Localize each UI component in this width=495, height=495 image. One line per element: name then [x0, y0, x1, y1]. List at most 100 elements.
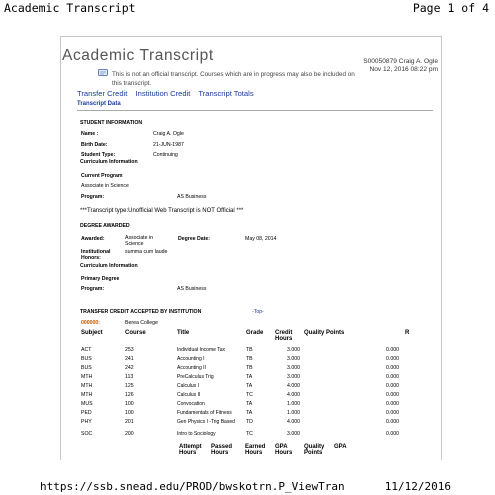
col-subject: Subject: [81, 330, 103, 336]
cell-course: 242: [125, 365, 134, 371]
cell-credit: 4.000: [287, 392, 300, 398]
cell-subject: BUS: [81, 365, 92, 371]
transcript-data-label: Transcript Data: [77, 101, 121, 107]
cell-qp: 0.000: [386, 401, 399, 407]
program-label: Program:: [81, 194, 105, 200]
print-page-title: Academic Transcript: [4, 1, 136, 15]
cell-title: Individual Income Tax: [177, 347, 225, 353]
cell-course: 241: [125, 356, 134, 362]
cell-grade: TA: [246, 374, 253, 380]
institution-code: 000000:: [81, 320, 101, 326]
name-label: Name :: [81, 131, 99, 137]
col-title: Title: [177, 330, 190, 336]
cell-title: Calculus I: [177, 383, 199, 389]
cell-course: 113: [125, 374, 134, 380]
cell-credit: 1.000: [287, 401, 300, 407]
col-grade: Grade: [246, 330, 264, 336]
cell-credit: 4.000: [287, 383, 300, 389]
cell-course: 200: [125, 431, 134, 437]
cell-title: Calculus II: [177, 392, 201, 398]
student-name: Craig A. Ogle: [153, 131, 184, 137]
institution-name: Berea College: [125, 320, 158, 326]
top-link[interactable]: -Top-: [252, 309, 264, 315]
cell-course: 100: [125, 410, 134, 416]
cell-course: 125: [125, 383, 134, 389]
cell-title: Accounting II: [177, 365, 206, 371]
cell-qp: 0.000: [386, 356, 399, 362]
page-title: Academic Transcript: [62, 47, 214, 64]
transfer-heading: TRANSFER CREDIT ACCEPTED BY INSTITUTION: [80, 309, 202, 315]
cell-credit: 3.000: [287, 365, 300, 371]
cell-grade: TD: [246, 419, 253, 425]
birth-date-label: Birth Date:: [81, 142, 108, 148]
cell-subject: MTH: [81, 374, 93, 380]
cell-credit: 4.000: [287, 419, 300, 425]
cell-grade: TC: [246, 392, 253, 398]
cell-title: Fundamentals of Fitness: [177, 410, 232, 416]
cell-course: 201: [125, 419, 134, 425]
totals-gpa-hours: GPA Hours: [275, 444, 293, 456]
curriculum-heading: Curriculum Information: [80, 159, 138, 165]
cell-grade: TA: [246, 410, 253, 416]
cell-qp: 0.000: [386, 419, 399, 425]
nav-link-transfer-credit[interactable]: Transfer Credit: [77, 89, 127, 98]
totals-passed-hours: Passed Hours: [211, 444, 233, 456]
cell-qp: 0.000: [386, 410, 399, 416]
print-url[interactable]: https://ssb.snead.edu/PROD/bwskotrn.P_Vi…: [40, 480, 345, 493]
cell-subject: MTH: [81, 383, 93, 389]
cell-qp: 0.000: [386, 374, 399, 380]
student-type-label: Student Type:: [81, 152, 116, 158]
cell-credit: 3.000: [287, 347, 300, 353]
cell-qp: 0.000: [386, 347, 399, 353]
cell-grade: TB: [246, 365, 253, 371]
nav-link-institution-credit[interactable]: Institution Credit: [135, 89, 190, 98]
student-id-name: S00050879 Craig A. Ogle: [363, 58, 438, 65]
degree-program: AS Business: [177, 286, 207, 292]
cell-subject: PED: [81, 410, 92, 416]
unofficial-notice: This is not an official transcript. Cour…: [112, 71, 355, 87]
cell-credit: 3.000: [287, 374, 300, 380]
cell-credit: 3.000: [287, 356, 300, 362]
current-program: Associate in Science: [81, 183, 129, 189]
cell-course: 126: [125, 392, 134, 398]
awarded-label: Awarded:: [81, 236, 105, 242]
nav-link-transcript-totals[interactable]: Transcript Totals: [198, 89, 253, 98]
cell-title: Accounting I: [177, 356, 205, 362]
cell-subject: PHY: [81, 419, 92, 425]
program: AS Business: [177, 194, 207, 200]
cell-title: Intro to Sociology: [177, 431, 216, 437]
cell-credit: 3.000: [287, 431, 300, 437]
transcript-type-note: ***Transcript type:Unofficial Web Transc…: [80, 208, 244, 214]
col-r: R: [405, 330, 410, 336]
honors: summa cum laude: [125, 249, 168, 255]
divider: [77, 110, 433, 111]
col-credit-hours: Credit Hours: [275, 330, 293, 342]
cell-subject: BUS: [81, 356, 92, 362]
cell-grade: TB: [246, 356, 253, 362]
cell-title: Convocation: [177, 401, 205, 407]
cell-grade: TA: [246, 383, 253, 389]
student-type: Continuing: [153, 152, 178, 158]
cell-grade: TA: [246, 401, 253, 407]
honors-label: Institutional Honors:: [81, 249, 111, 261]
totals-earned-hours: Earned Hours: [245, 444, 266, 456]
degree-program-label: Program:: [81, 286, 105, 292]
cell-qp: 0.000: [386, 392, 399, 398]
cell-title: PreCalculus Trig: [177, 374, 214, 380]
cell-subject: MUS: [81, 401, 93, 407]
cell-subject: ACT: [81, 347, 92, 353]
totals-gpa: GPA: [334, 444, 347, 450]
print-footer: https://ssb.snead.edu/PROD/bwskotrn.P_Vi…: [0, 479, 495, 495]
cell-subject: SOC: [81, 431, 93, 437]
cell-qp: 0.000: [386, 383, 399, 389]
cell-course: 100: [125, 401, 134, 407]
col-quality-points: Quality Points: [304, 330, 345, 336]
print-date: 11/12/2016: [384, 480, 451, 493]
cell-credit: 1.000: [287, 410, 300, 416]
awarded-degree: Associate in Science: [125, 235, 153, 247]
print-header: Academic Transcript Page 1 of 4: [0, 0, 495, 16]
cell-subject: MTH: [81, 392, 93, 398]
current-program-label: Current Program: [81, 173, 123, 179]
cell-grade: TC: [246, 431, 253, 437]
cell-title: Gen Physics I -Trig Based: [177, 419, 235, 425]
